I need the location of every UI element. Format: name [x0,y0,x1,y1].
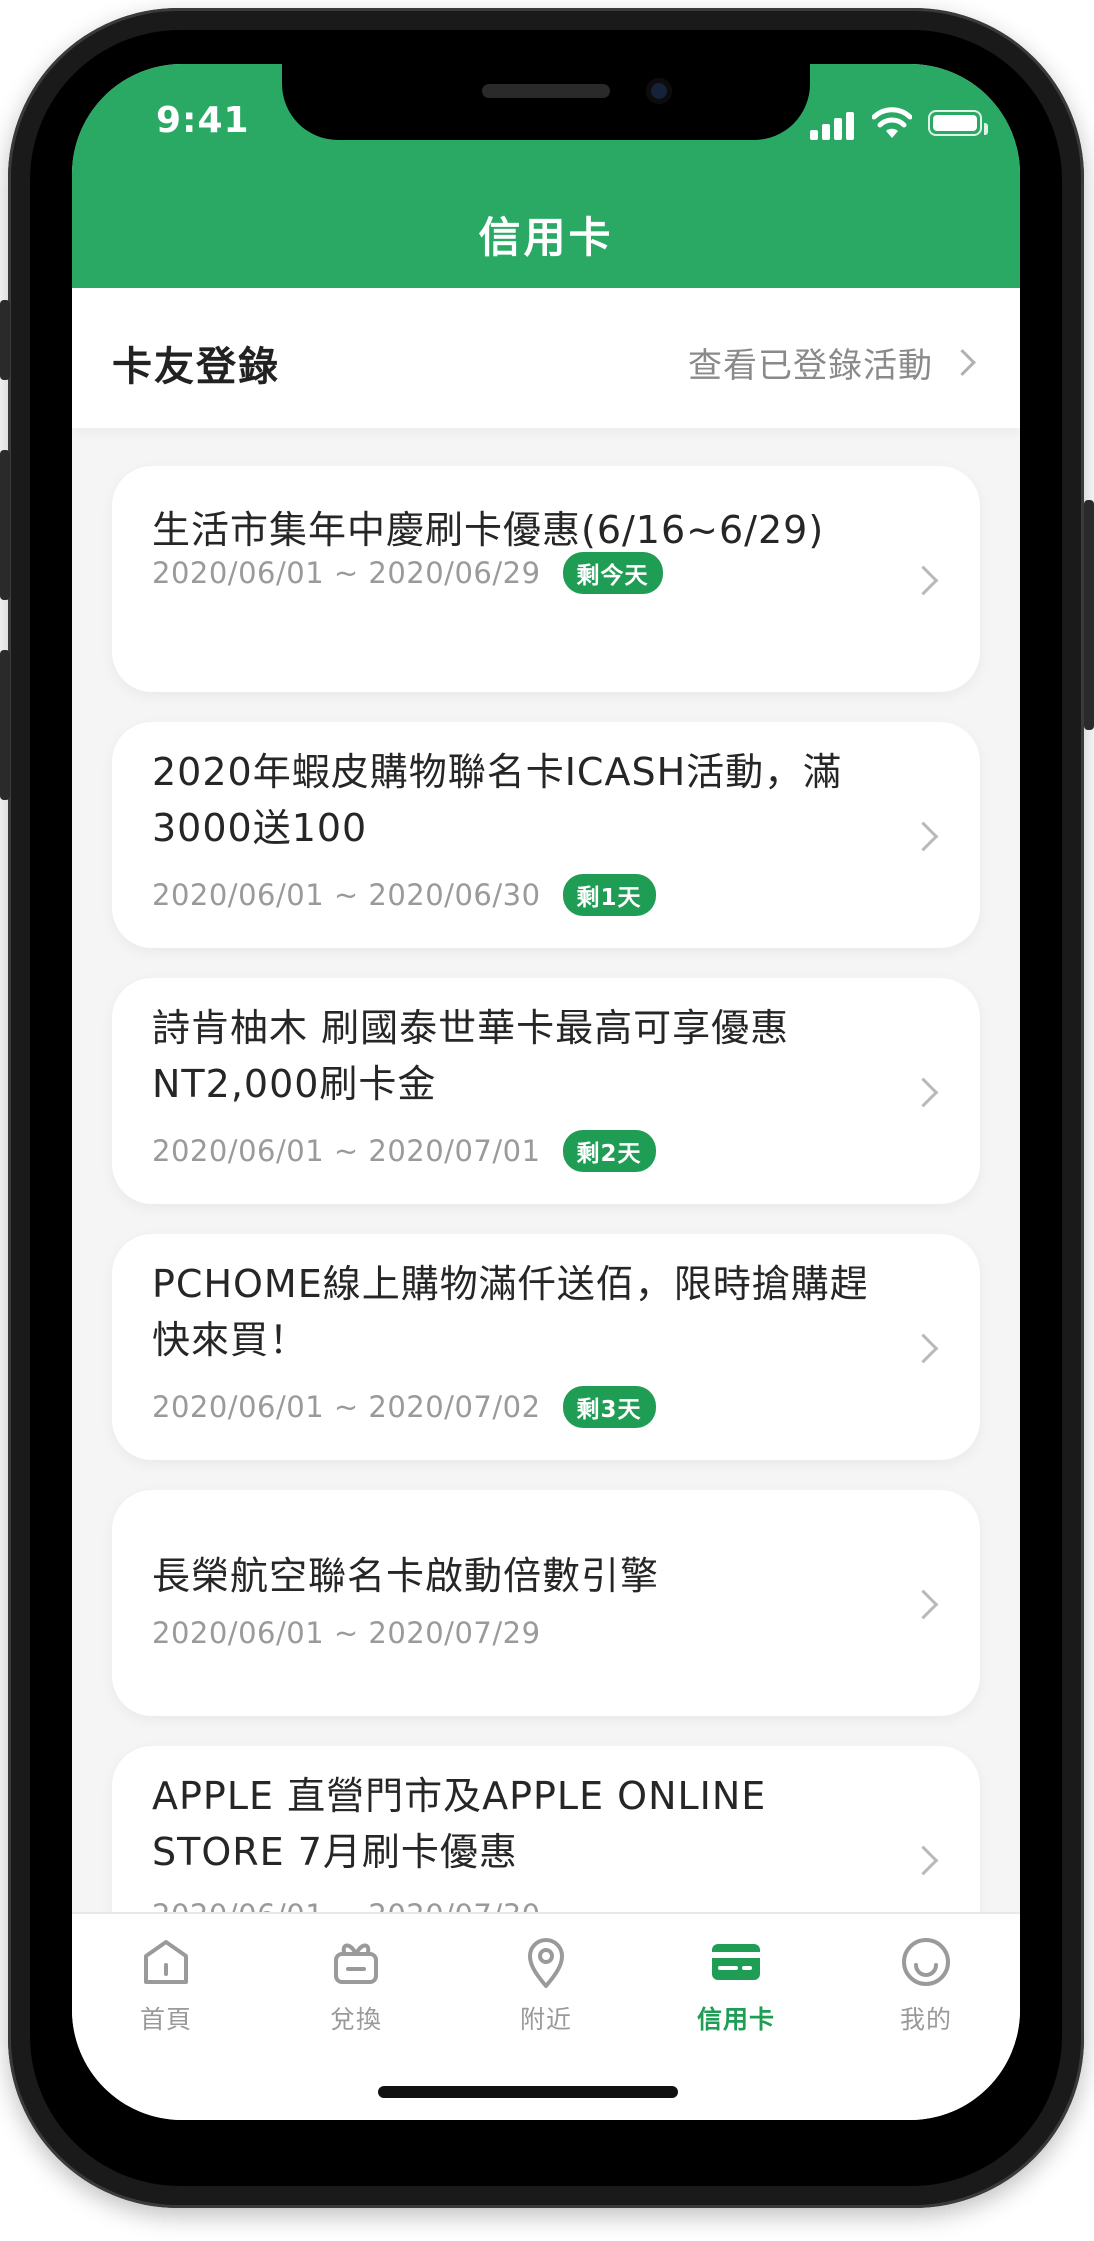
notch [282,64,810,140]
tab-redeem[interactable]: 兌換 [296,1932,416,2036]
app-header: 9:41 信用卡 [72,64,1020,288]
location-pin-icon [528,1938,564,1988]
promotion-date: 2020/06/01 ~ 2020/06/30 [152,878,541,912]
chevron-right-icon [908,565,939,596]
wifi-icon [872,107,912,138]
profile-smile-icon [902,1938,950,1986]
promotion-meta: 2020/06/01 ~ 2020/07/29 [152,1616,541,1650]
promotion-title: APPLE 直營門市及APPLE ONLINE STORE 7月刷卡優惠 [152,1774,767,1874]
speaker-grille [482,84,610,98]
tab-label: 信用卡 [696,2005,775,2034]
chevron-right-icon [908,1845,939,1876]
credit-card-icon [712,1944,760,1980]
tab-label: 首頁 [139,2005,192,2034]
home-indicator [378,2086,678,2098]
promotion-title: 長榮航空聯名卡啟動倍數引擎 [152,1554,660,1598]
tab-label: 我的 [899,2005,952,2034]
app-screen: 9:41 信用卡 卡友登錄 查看已登錄活動 生活市集年中慶刷卡優惠(6/16~6… [72,64,1020,2120]
promotion-date: 2020/06/01 ~ 2020/07/01 [152,1134,541,1168]
promotion-card[interactable]: 2020年蝦皮購物聯名卡ICASH活動，滿3000送100 2020/06/01… [112,722,980,948]
front-camera [646,78,672,104]
chevron-right-icon [949,349,976,376]
mute-switch [0,300,10,380]
view-registered-label: 查看已登錄活動 [688,346,933,386]
tab-nearby[interactable]: 附近 [486,1932,606,2036]
home-icon [144,1940,188,1984]
promotion-title: PCHOME線上購物滿仟送佰，限時搶購趕快來買！ [152,1262,869,1362]
section-title: 卡友登錄 [112,344,280,390]
promotion-card[interactable]: 長榮航空聯名卡啟動倍數引擎 2020/06/01 ~ 2020/07/29 [112,1490,980,1716]
view-registered-link[interactable]: 查看已登錄活動 [688,338,976,387]
promotion-date: 2020/06/01 ~ 2020/07/02 [152,1390,541,1424]
chevron-right-icon [908,1077,939,1108]
volume-down-button [0,650,10,800]
promotion-card[interactable]: 生活市集年中慶刷卡優惠(6/16~6/29) 2020/06/01 ~ 2020… [112,466,980,692]
chevron-right-icon [908,821,939,852]
days-left-badge: 剩3天 [562,1386,656,1428]
promotion-card[interactable]: 詩肯柚木 刷國泰世華卡最高可享優惠NT2,000刷卡金 2020/06/01 ~… [112,978,980,1204]
promotion-meta: 2020/06/01 ~ 2020/06/30 剩1天 [152,874,656,916]
promotion-date: 2020/06/01 ~ 2020/07/29 [152,1616,541,1650]
power-button [1084,500,1094,730]
promotion-meta: 2020/06/01 ~ 2020/07/01 剩2天 [152,1130,656,1172]
cellular-signal-icon [810,110,856,140]
card-registration-header: 卡友登錄 查看已登錄活動 [72,288,1020,428]
promotion-title: 生活市集年中慶刷卡優惠(6/16~6/29) [152,508,825,552]
tab-profile[interactable]: 我的 [866,1932,986,2036]
chevron-right-icon [908,1589,939,1620]
days-left-badge: 剩今天 [562,552,663,594]
chevron-right-icon [908,1333,939,1364]
status-time: 9:41 [156,100,250,141]
tab-label: 附近 [519,2005,572,2034]
tab-home[interactable]: 首頁 [106,1932,226,2036]
tab-label: 兌換 [329,2005,382,2034]
days-left-badge: 剩1天 [562,874,656,916]
promotion-meta: 2020/06/01 ~ 2020/07/02 剩3天 [152,1386,656,1428]
gift-icon [334,1943,378,1984]
page-title: 信用卡 [478,213,614,262]
promotion-title: 詩肯柚木 刷國泰世華卡最高可享優惠NT2,000刷卡金 [152,1006,790,1106]
promotion-date: 2020/06/01 ~ 2020/06/29 [152,556,541,590]
volume-up-button [0,450,10,600]
promotion-card[interactable]: PCHOME線上購物滿仟送佰，限時搶購趕快來買！ 2020/06/01 ~ 20… [112,1234,980,1460]
days-left-badge: 剩2天 [562,1130,656,1172]
promotion-title: 2020年蝦皮購物聯名卡ICASH活動，滿3000送100 [152,750,843,850]
promotion-meta: 2020/06/01 ~ 2020/06/29 剩今天 [152,552,663,594]
battery-icon [928,110,988,136]
tab-credit-card[interactable]: 信用卡 [676,1932,796,2036]
